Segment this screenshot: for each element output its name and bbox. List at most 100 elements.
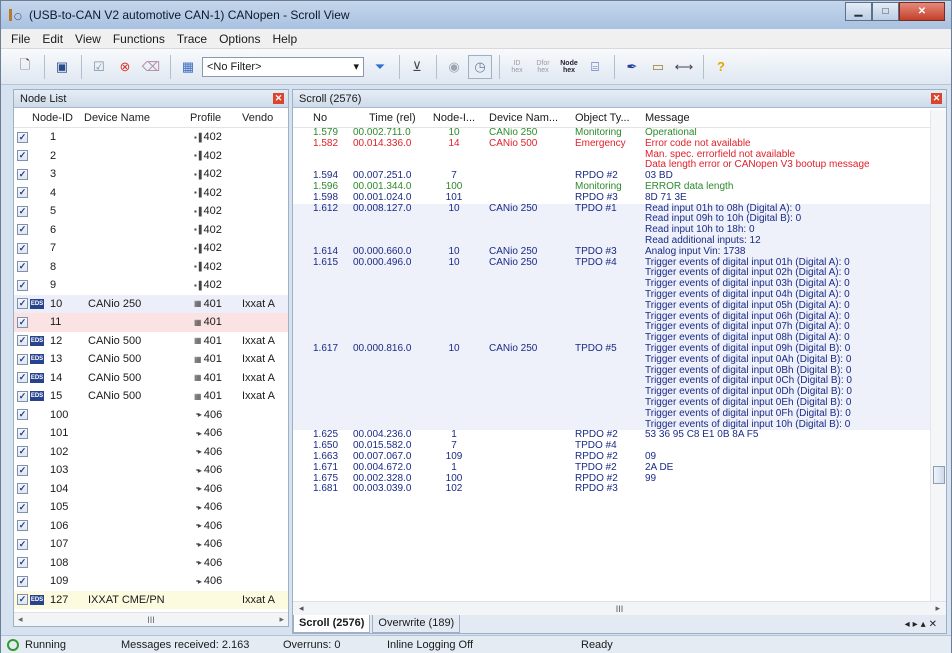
column-node-id[interactable]: Node-I...: [425, 112, 483, 124]
marker-icon[interactable]: ▭: [646, 55, 670, 79]
column-device-name[interactable]: Device Nam...: [483, 112, 573, 124]
node-hex-toggle[interactable]: Node hex: [557, 55, 581, 79]
time-icon[interactable]: ◷: [468, 54, 492, 79]
column-object-type[interactable]: Object Ty...: [573, 112, 643, 124]
node-row[interactable]: ✓ 2 ▪▐ 402: [14, 147, 288, 166]
node-enabled-checkbox[interactable]: ✓: [17, 335, 28, 347]
filter-select[interactable]: <No Filter> ▾: [202, 56, 364, 77]
column-no[interactable]: No: [293, 112, 349, 124]
tab-navigation-icons[interactable]: ◂▸▴✕: [905, 619, 940, 630]
node-enabled-checkbox[interactable]: ✓: [17, 205, 28, 217]
close-window-button[interactable]: ✕: [899, 2, 945, 21]
message-row[interactable]: 1.612 00.008.127.0 10 CANio 250 TPDO #1 Read …: [293, 203, 946, 247]
menu-trace[interactable]: Trace: [171, 32, 213, 46]
message-row[interactable]: 1.615 00.000.496.0 10 CANio 250 TPDO #4 Trigg…: [293, 257, 946, 344]
node-enabled-checkbox[interactable]: ✓: [17, 150, 28, 162]
node-row[interactable]: ✓ 3 ▪▐ 402: [14, 165, 288, 184]
scroll-right-icon[interactable]: ▸: [279, 614, 284, 625]
node-enabled-checkbox[interactable]: ✓: [17, 501, 28, 513]
column-width-icon[interactable]: ⟷: [672, 55, 696, 79]
node-row[interactable]: ✓ EDS 15 CANio 500 ▦ 401 Ixxat A: [14, 387, 288, 406]
node-enabled-checkbox[interactable]: ✓: [17, 261, 28, 273]
node-row[interactable]: ✓ EDS 12 CANio 500 ▦ 401 Ixxat A: [14, 332, 288, 351]
title-bar[interactable]: ○ (USB-to-CAN V2 automotive CAN-1) CANop…: [1, 1, 951, 29]
record-icon[interactable]: ◉: [442, 55, 466, 79]
node-row[interactable]: ✓ 102 ◔▸ 406: [14, 443, 288, 462]
node-enabled-checkbox[interactable]: ✓: [17, 168, 28, 180]
node-row[interactable]: ✓ 104 ◔▸ 406: [14, 480, 288, 499]
minimize-button[interactable]: ▁: [845, 2, 872, 21]
help-icon[interactable]: ?: [709, 55, 733, 79]
maximize-button[interactable]: □: [872, 2, 899, 21]
node-enabled-checkbox[interactable]: ✓: [17, 575, 28, 587]
column-profile[interactable]: Profile: [184, 112, 236, 124]
node-enabled-checkbox[interactable]: ✓: [17, 594, 28, 606]
message-row[interactable]: 1.671 00.004.672.0 1 TPDO #2 2A DE: [293, 462, 946, 474]
message-row[interactable]: 1.582 00.014.336.0 14 CANio 500 Emergency Err…: [293, 138, 946, 171]
node-enabled-checkbox[interactable]: ✓: [17, 427, 28, 439]
stop-icon[interactable]: ⊗: [113, 55, 137, 79]
node-enabled-checkbox[interactable]: ✓: [17, 224, 28, 236]
save-icon[interactable]: ▣: [50, 55, 74, 79]
new-document-icon[interactable]: 🗋: [13, 55, 37, 79]
node-row[interactable]: ✓ 105 ◔▸ 406: [14, 498, 288, 517]
node-row[interactable]: ✓ 106 ◔▸ 406: [14, 517, 288, 536]
message-row[interactable]: 1.598 00.001.024.0 101 RPDO #3 8D 71 3E: [293, 192, 946, 204]
node-enabled-checkbox[interactable]: ✓: [17, 538, 28, 550]
message-vscrollbar[interactable]: [930, 110, 946, 604]
node-enabled-checkbox[interactable]: ✓: [17, 187, 28, 199]
node-enabled-checkbox[interactable]: ✓: [17, 483, 28, 495]
tab-scroll[interactable]: Scroll (2576): [293, 615, 371, 633]
menu-file[interactable]: File: [5, 32, 36, 46]
node-enabled-checkbox[interactable]: ✓: [17, 464, 28, 476]
scroll-left-icon[interactable]: ◂: [299, 603, 304, 614]
scroll-right-icon[interactable]: ▸: [935, 603, 940, 614]
column-node-id[interactable]: Node-ID: [14, 112, 78, 124]
node-enabled-checkbox[interactable]: ✓: [17, 557, 28, 569]
check-icon[interactable]: ☑: [87, 55, 111, 79]
node-enabled-checkbox[interactable]: ✓: [17, 279, 28, 291]
node-row[interactable]: ✓ 101 ◔▸ 406: [14, 424, 288, 443]
node-enabled-checkbox[interactable]: ✓: [17, 372, 28, 384]
eraser-icon[interactable]: ⌫: [139, 55, 163, 79]
node-enabled-checkbox[interactable]: ✓: [17, 409, 28, 421]
menu-view[interactable]: View: [69, 32, 107, 46]
message-row[interactable]: 1.614 00.000.660.0 10 CANio 250 TPDO #3 Analo…: [293, 246, 946, 258]
menu-edit[interactable]: Edit: [36, 32, 69, 46]
node-row[interactable]: ✓ 1 ▪▐ 402: [14, 128, 288, 147]
node-row[interactable]: ✓ 107 ◔▸ 406: [14, 535, 288, 554]
node-row[interactable]: ✓ EDS 127 IXXAT CME/PN Ixxat A: [14, 590, 288, 609]
node-row[interactable]: ✓ 100 ◔▸ 406: [14, 406, 288, 425]
color-grid-icon[interactable]: ▦: [176, 55, 200, 79]
message-row[interactable]: 1.681 00.003.039.0 102 RPDO #3: [293, 483, 946, 495]
node-row[interactable]: ✓ 108 ◔▸ 406: [14, 554, 288, 573]
tab-overwrite[interactable]: Overwrite (189): [372, 615, 461, 633]
scroll-left-icon[interactable]: ◂: [18, 614, 23, 625]
node-row[interactable]: ✓ 4 ▪▐ 402: [14, 184, 288, 203]
node-list-hscrollbar[interactable]: ◂ III ▸: [14, 612, 288, 626]
message-row[interactable]: 1.617 00.000.816.0 10 CANio 250 TPDO #5 Trigg…: [293, 343, 946, 431]
menu-help[interactable]: Help: [266, 32, 303, 46]
pen-icon[interactable]: ✒: [620, 55, 644, 79]
minimize-view-icon[interactable]: ⊻: [405, 55, 429, 79]
id-hex-toggle[interactable]: ID hex: [505, 55, 529, 79]
node-enabled-checkbox[interactable]: ✓: [17, 316, 28, 328]
node-row[interactable]: ✓ EDS 13 CANio 500 ▦ 401 Ixxat A: [14, 350, 288, 369]
node-row[interactable]: ✓ EDS 10 CANio 250 ▦ 401 Ixxat A: [14, 294, 288, 313]
node-enabled-checkbox[interactable]: ✓: [17, 520, 28, 532]
node-row[interactable]: ✓ 5 ▪▐ 402: [14, 202, 288, 221]
column-message[interactable]: Message: [643, 112, 690, 124]
node-enabled-checkbox[interactable]: ✓: [17, 390, 28, 402]
node-enabled-checkbox[interactable]: ✓: [17, 353, 28, 365]
node-enabled-checkbox[interactable]: ✓: [17, 131, 28, 143]
node-row[interactable]: ✓ 6 ▪▐ 402: [14, 221, 288, 240]
node-row[interactable]: ✓ 9 ▪▐ 402: [14, 276, 288, 295]
column-time[interactable]: Time (rel): [349, 112, 425, 124]
node-enabled-checkbox[interactable]: ✓: [17, 298, 28, 310]
node-enabled-checkbox[interactable]: ✓: [17, 446, 28, 458]
node-row[interactable]: ✓ 11 ▦ 401: [14, 313, 288, 332]
scroll-thumb[interactable]: [933, 466, 945, 484]
node-row[interactable]: ✓ 103 ◔▸ 406: [14, 461, 288, 480]
column-vendor[interactable]: Vendo: [236, 112, 276, 124]
grid-filter-icon[interactable]: ⌸: [583, 55, 607, 79]
